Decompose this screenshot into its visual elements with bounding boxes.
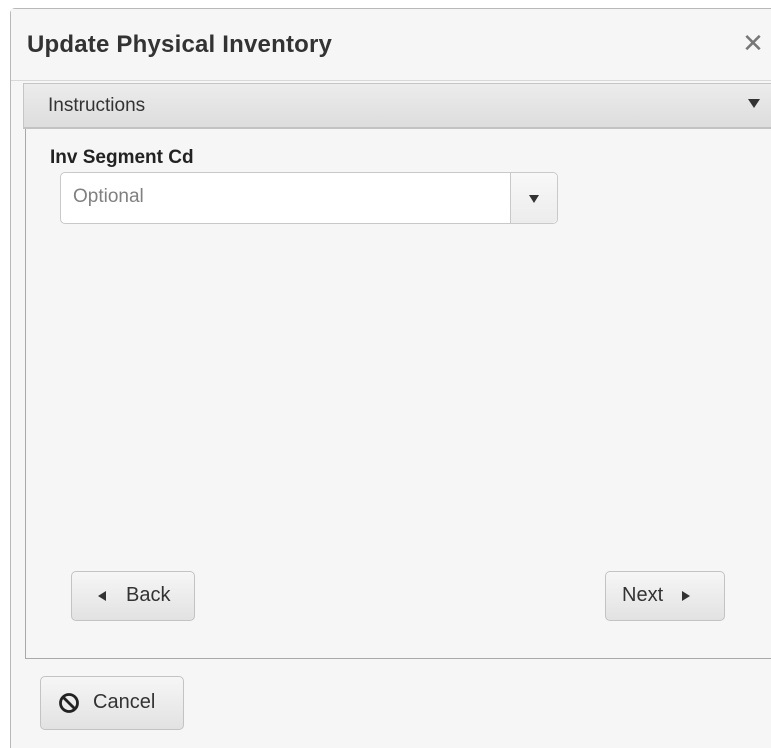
close-icon: ✕ <box>742 28 764 58</box>
cancel-icon <box>59 693 79 713</box>
inv-segment-cd-label: Inv Segment Cd <box>50 147 194 168</box>
update-physical-inventory-dialog: Update Physical Inventory ✕ Instructions… <box>10 8 771 748</box>
inv-segment-cd-placeholder: Optional <box>73 186 144 207</box>
back-arrow-icon <box>98 591 106 601</box>
next-button-label: Next <box>622 584 664 606</box>
back-button[interactable]: Back <box>71 571 195 621</box>
dropdown-arrow-icon <box>529 195 539 203</box>
dialog-title: Update Physical Inventory <box>27 31 333 58</box>
cancel-button-label: Cancel <box>93 691 156 713</box>
inv-segment-cd-dropdown-button[interactable] <box>510 173 557 223</box>
close-button[interactable]: ✕ <box>738 26 768 60</box>
next-button[interactable]: Next <box>605 571 725 621</box>
form-panel: Inv Segment Cd Optional Back Next <box>25 129 771 659</box>
chevron-down-icon <box>748 99 760 108</box>
dialog-titlebar: Update Physical Inventory ✕ <box>11 9 771 81</box>
cancel-button[interactable]: Cancel <box>40 676 184 730</box>
back-button-label: Back <box>126 584 171 606</box>
next-arrow-icon <box>682 591 690 601</box>
instructions-accordion-header[interactable]: Instructions <box>23 83 771 129</box>
inv-segment-cd-select[interactable]: Optional <box>60 172 558 224</box>
instructions-label: Instructions <box>48 95 146 116</box>
